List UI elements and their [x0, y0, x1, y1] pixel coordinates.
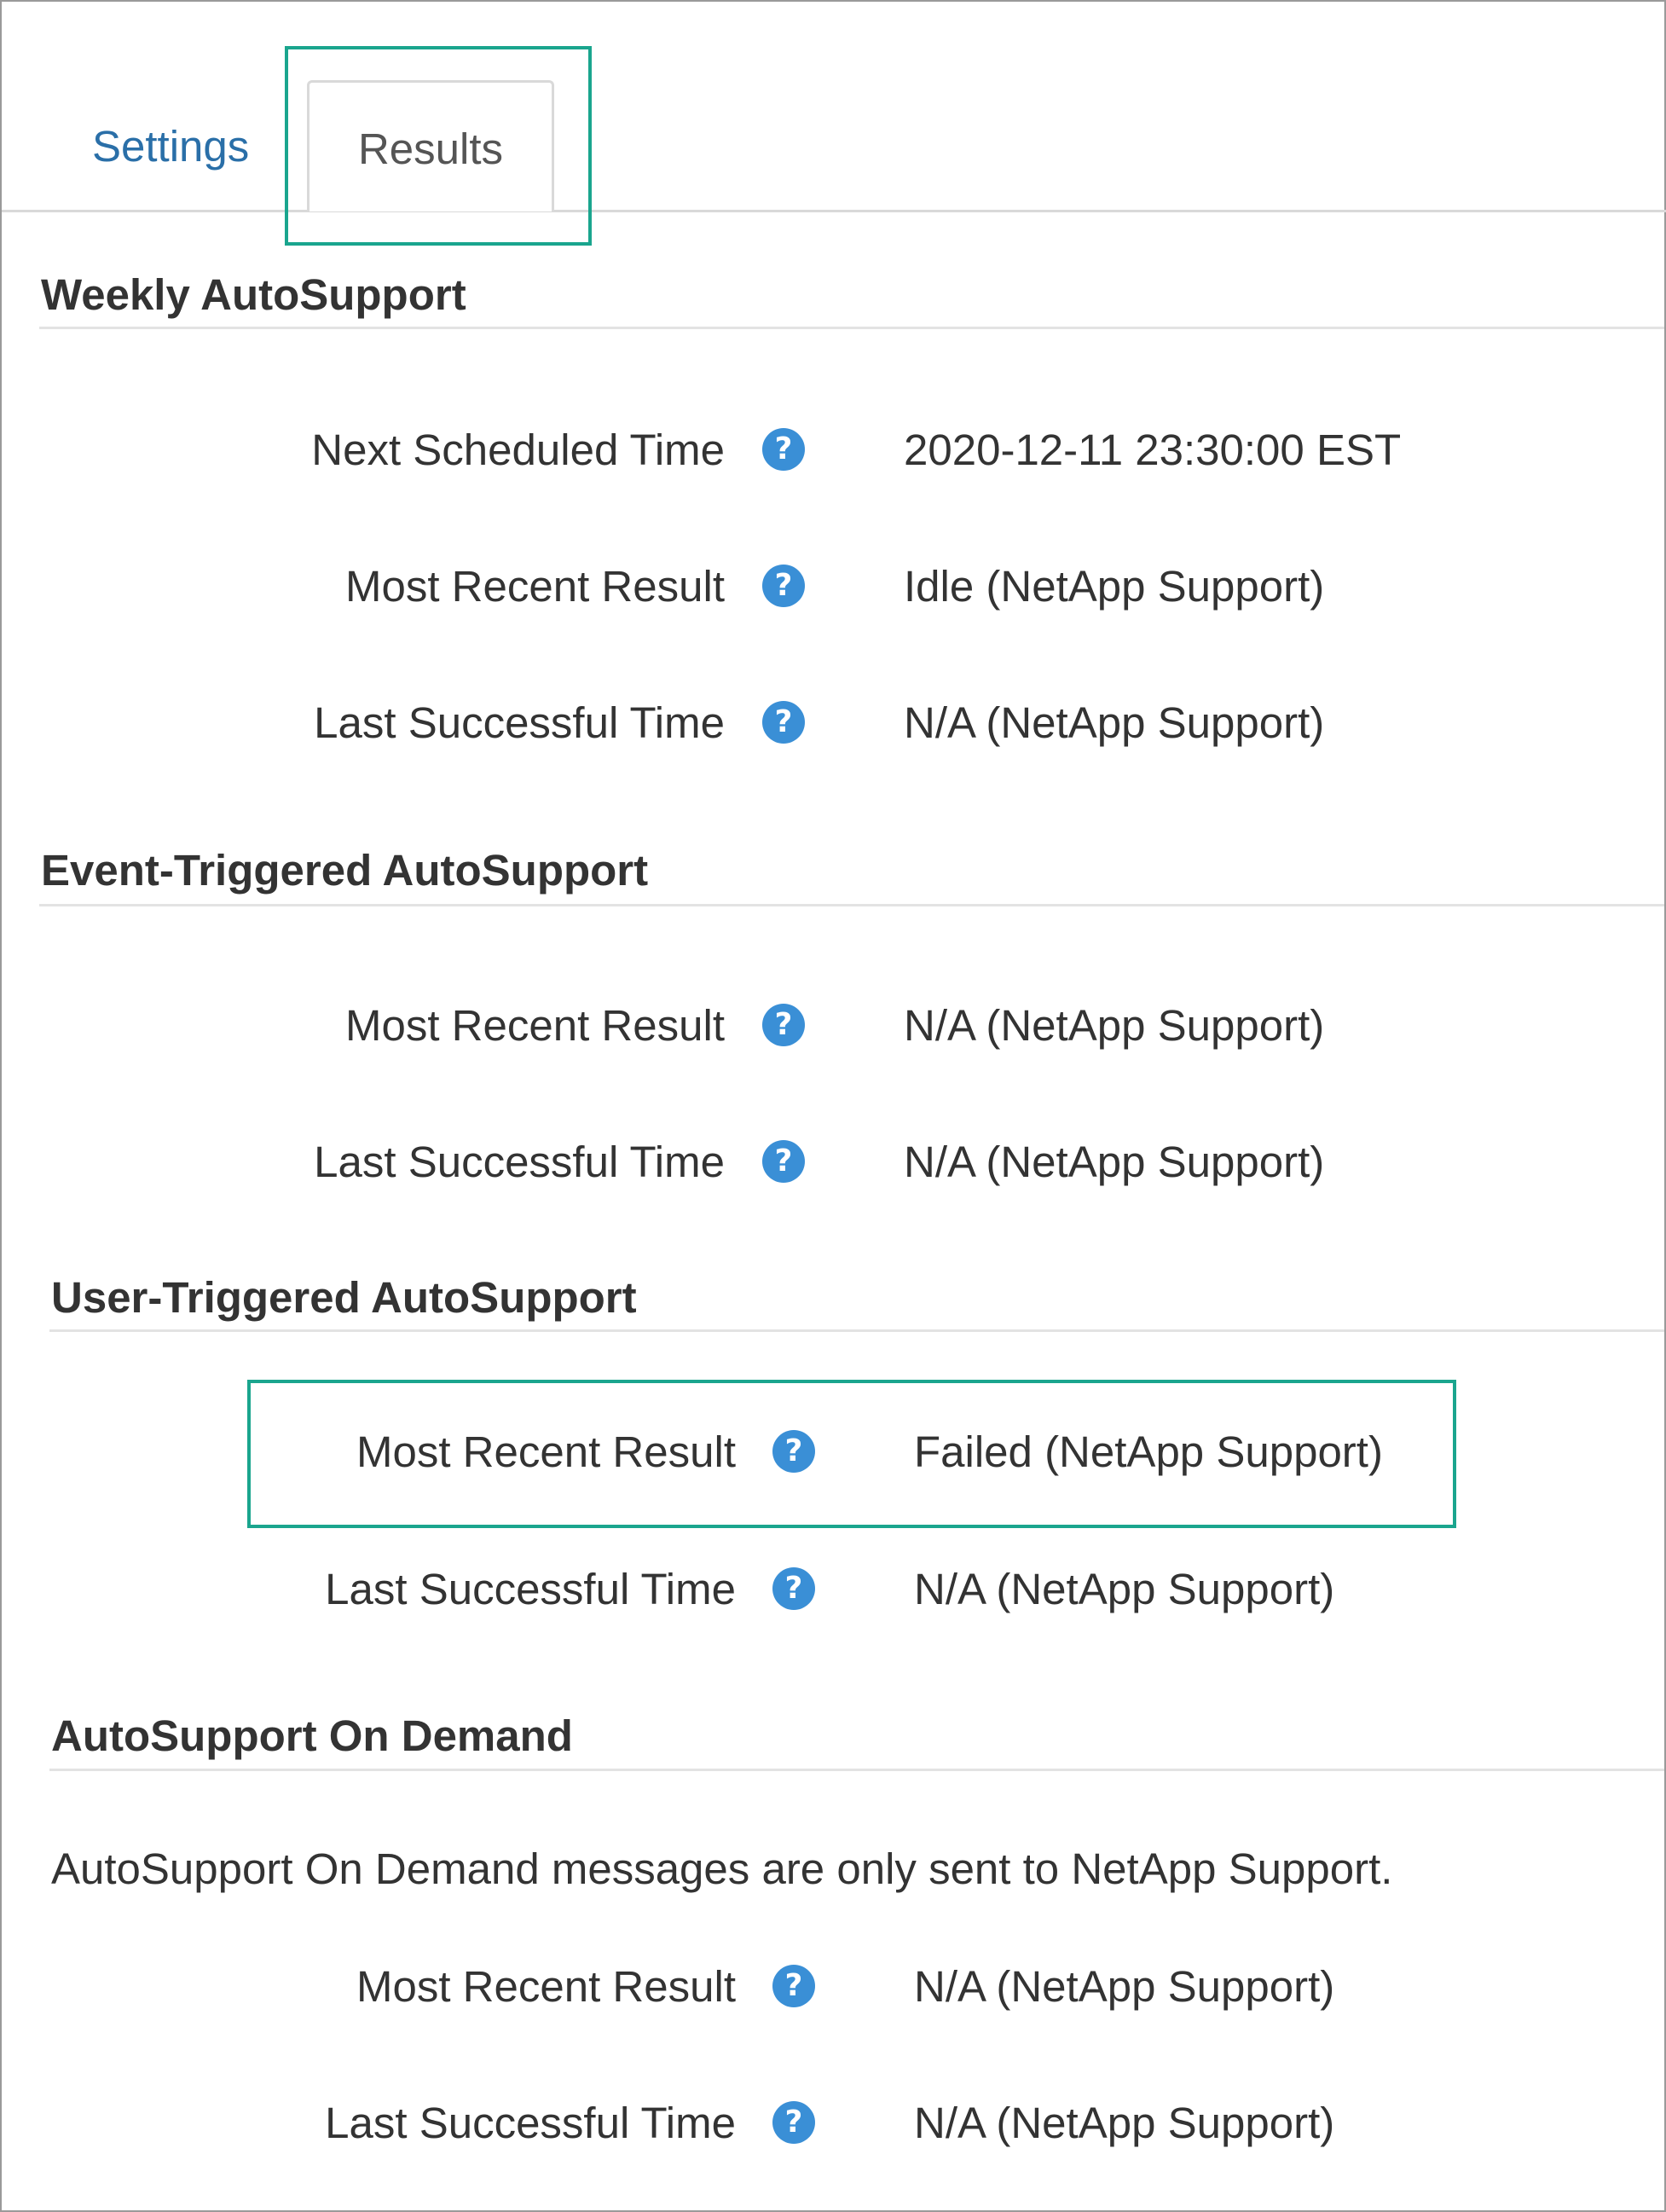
tab-bar: Settings Results: [2, 2, 1666, 215]
section-title-event-triggered: Event-Triggered AutoSupport: [41, 846, 649, 895]
window-frame: Settings Results Weekly AutoSupport Next…: [0, 0, 1666, 2212]
tab-settings[interactable]: Settings: [92, 124, 249, 168]
last-successful-time-label: Last Successful Time: [314, 698, 725, 747]
most-recent-result-value: Failed (NetApp Support): [914, 1427, 1383, 1476]
next-scheduled-time-label: Next Scheduled Time: [311, 426, 725, 474]
most-recent-result-value: N/A (NetApp Support): [904, 1001, 1325, 1050]
last-successful-time-label: Last Successful Time: [325, 1565, 736, 1613]
help-icon[interactable]: ?: [762, 1004, 805, 1046]
tab-results-label: Results: [357, 124, 504, 173]
last-successful-time-value: N/A (NetApp Support): [904, 1138, 1325, 1186]
most-recent-result-value: N/A (NetApp Support): [914, 1962, 1335, 2011]
section-title-weekly: Weekly AutoSupport: [41, 270, 466, 319]
help-icon[interactable]: ?: [772, 1965, 815, 2007]
on-demand-note: AutoSupport On Demand messages are only …: [51, 1844, 1393, 1893]
last-successful-time-label: Last Successful Time: [325, 2099, 736, 2147]
most-recent-result-label: Most Recent Result: [356, 1962, 736, 2011]
last-successful-time-value: N/A (NetApp Support): [914, 1565, 1335, 1613]
most-recent-result-label: Most Recent Result: [344, 562, 725, 611]
help-icon[interactable]: ?: [772, 2101, 815, 2144]
help-icon[interactable]: ?: [762, 428, 805, 471]
last-successful-time-value: N/A (NetApp Support): [914, 2099, 1335, 2147]
help-icon[interactable]: ?: [772, 1567, 815, 1610]
tab-bar-divider: [2, 210, 1666, 212]
next-scheduled-time-value: 2020-12-11 23:30:00 EST: [904, 426, 1402, 474]
help-icon[interactable]: ?: [762, 701, 805, 744]
last-successful-time-value: N/A (NetApp Support): [904, 698, 1325, 747]
section-divider: [49, 1329, 1664, 1332]
last-successful-time-label: Last Successful Time: [314, 1138, 725, 1186]
section-divider: [39, 327, 1664, 329]
most-recent-result-label: Most Recent Result: [344, 1001, 725, 1050]
section-divider: [39, 904, 1664, 906]
help-icon[interactable]: ?: [762, 565, 805, 607]
section-title-user-triggered: User-Triggered AutoSupport: [51, 1273, 637, 1322]
most-recent-result-value: Idle (NetApp Support): [904, 562, 1325, 611]
tab-results[interactable]: Results: [307, 80, 554, 211]
section-divider: [49, 1769, 1664, 1771]
help-icon[interactable]: ?: [772, 1430, 815, 1473]
help-icon[interactable]: ?: [762, 1140, 805, 1183]
section-title-on-demand: AutoSupport On Demand: [51, 1711, 573, 1760]
most-recent-result-label: Most Recent Result: [356, 1427, 736, 1476]
